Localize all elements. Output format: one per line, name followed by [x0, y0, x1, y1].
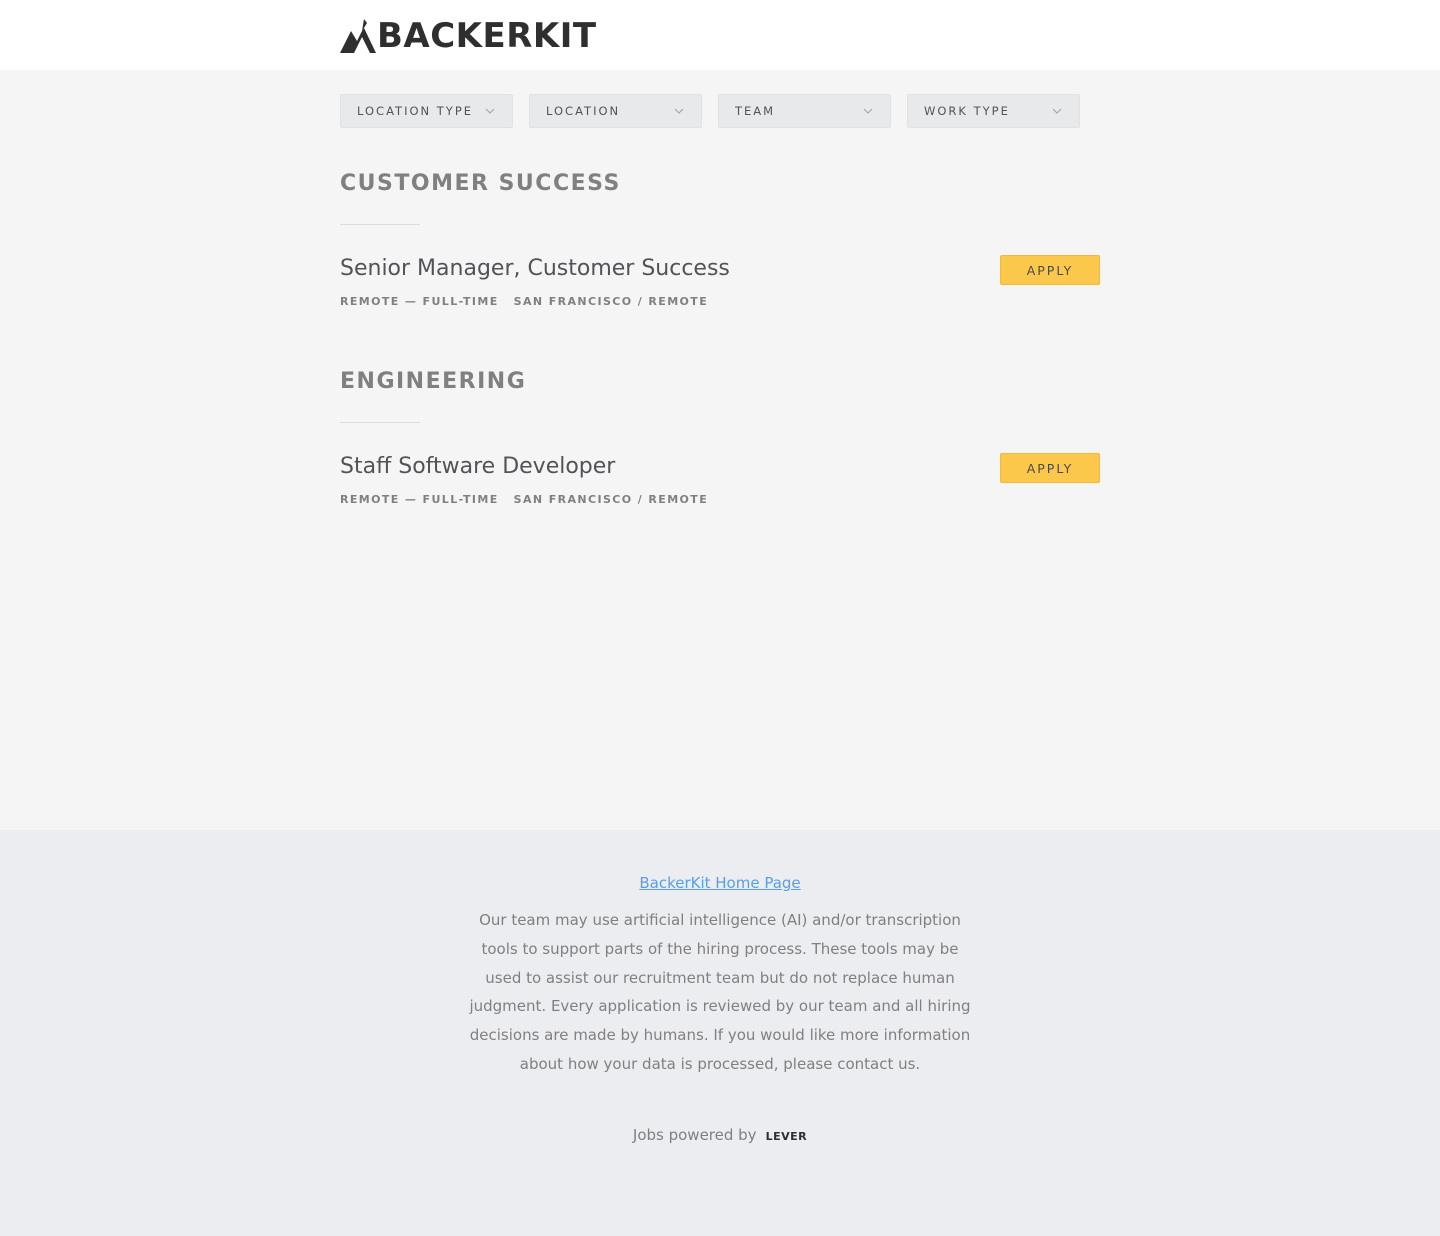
group-divider — [340, 224, 420, 225]
filter-bar: LOCATION TYPE LOCATION TEAM WORK TYPE — [340, 94, 1080, 128]
filter-location-type[interactable]: LOCATION TYPE — [340, 94, 513, 128]
group-divider — [340, 422, 420, 423]
filter-label: WORK TYPE — [924, 104, 1010, 118]
posting-senior-manager-customer-success: Senior Manager, Customer Success REMOTE … — [340, 255, 1100, 315]
posting-location: SAN FRANCISCO / REMOTE — [513, 295, 709, 308]
chevron-down-icon — [485, 108, 495, 114]
chevron-down-icon — [1052, 108, 1062, 114]
group-title: CUSTOMER SUCCESS — [340, 171, 621, 196]
filter-location[interactable]: LOCATION — [529, 94, 702, 128]
site-header: BACKERKIT — [0, 0, 1440, 70]
lever-logo[interactable]: LEVER — [766, 1130, 808, 1143]
apply-button[interactable]: APPLY — [1000, 255, 1100, 285]
apply-button[interactable]: APPLY — [1000, 453, 1100, 483]
posting-commitment: REMOTE — FULL-TIME — [340, 493, 499, 506]
posting-staff-software-developer: Staff Software Developer REMOTE — FULL-T… — [340, 453, 1100, 513]
logo-text: BACKERKIT — [377, 16, 597, 56]
powered-by-text: Jobs powered by — [632, 1126, 757, 1144]
group-title: ENGINEERING — [340, 369, 527, 394]
chevron-down-icon — [863, 108, 873, 114]
posting-commitment: REMOTE — FULL-TIME — [340, 295, 499, 308]
backerkit-home-link[interactable]: BackerKit Home Page — [639, 874, 800, 892]
filter-work-type[interactable]: WORK TYPE — [907, 94, 1080, 128]
ai-disclaimer: Our team may use artificial intelligence… — [469, 911, 971, 1073]
site-footer: BackerKit Home Page Our team may use art… — [0, 830, 1440, 1236]
posting-categories: REMOTE — FULL-TIME SAN FRANCISCO / REMOT… — [340, 295, 708, 308]
footer-home-link-wrap: BackerKit Home Page — [0, 874, 1440, 892]
posting-title-link[interactable]: Senior Manager, Customer Success — [340, 255, 730, 283]
filter-label: LOCATION — [546, 104, 621, 118]
filter-label: TEAM — [735, 104, 776, 118]
filter-team[interactable]: TEAM — [718, 94, 891, 128]
posting-categories: REMOTE — FULL-TIME SAN FRANCISCO / REMOT… — [340, 493, 708, 506]
chevron-down-icon — [674, 108, 684, 114]
backerkit-logo[interactable]: BACKERKIT — [340, 18, 597, 54]
backerkit-mountain-icon — [340, 19, 376, 53]
group-customer-success: CUSTOMER SUCCESS — [340, 170, 1100, 225]
posting-title-link[interactable]: Staff Software Developer — [340, 453, 615, 481]
filter-label: LOCATION TYPE — [357, 104, 474, 118]
job-listings: LOCATION TYPE LOCATION TEAM WORK TYPE CU… — [0, 70, 1440, 830]
posting-location: SAN FRANCISCO / REMOTE — [513, 493, 709, 506]
powered-by: Jobs powered by LEVER — [0, 1126, 1440, 1144]
group-engineering: ENGINEERING — [340, 368, 1100, 423]
